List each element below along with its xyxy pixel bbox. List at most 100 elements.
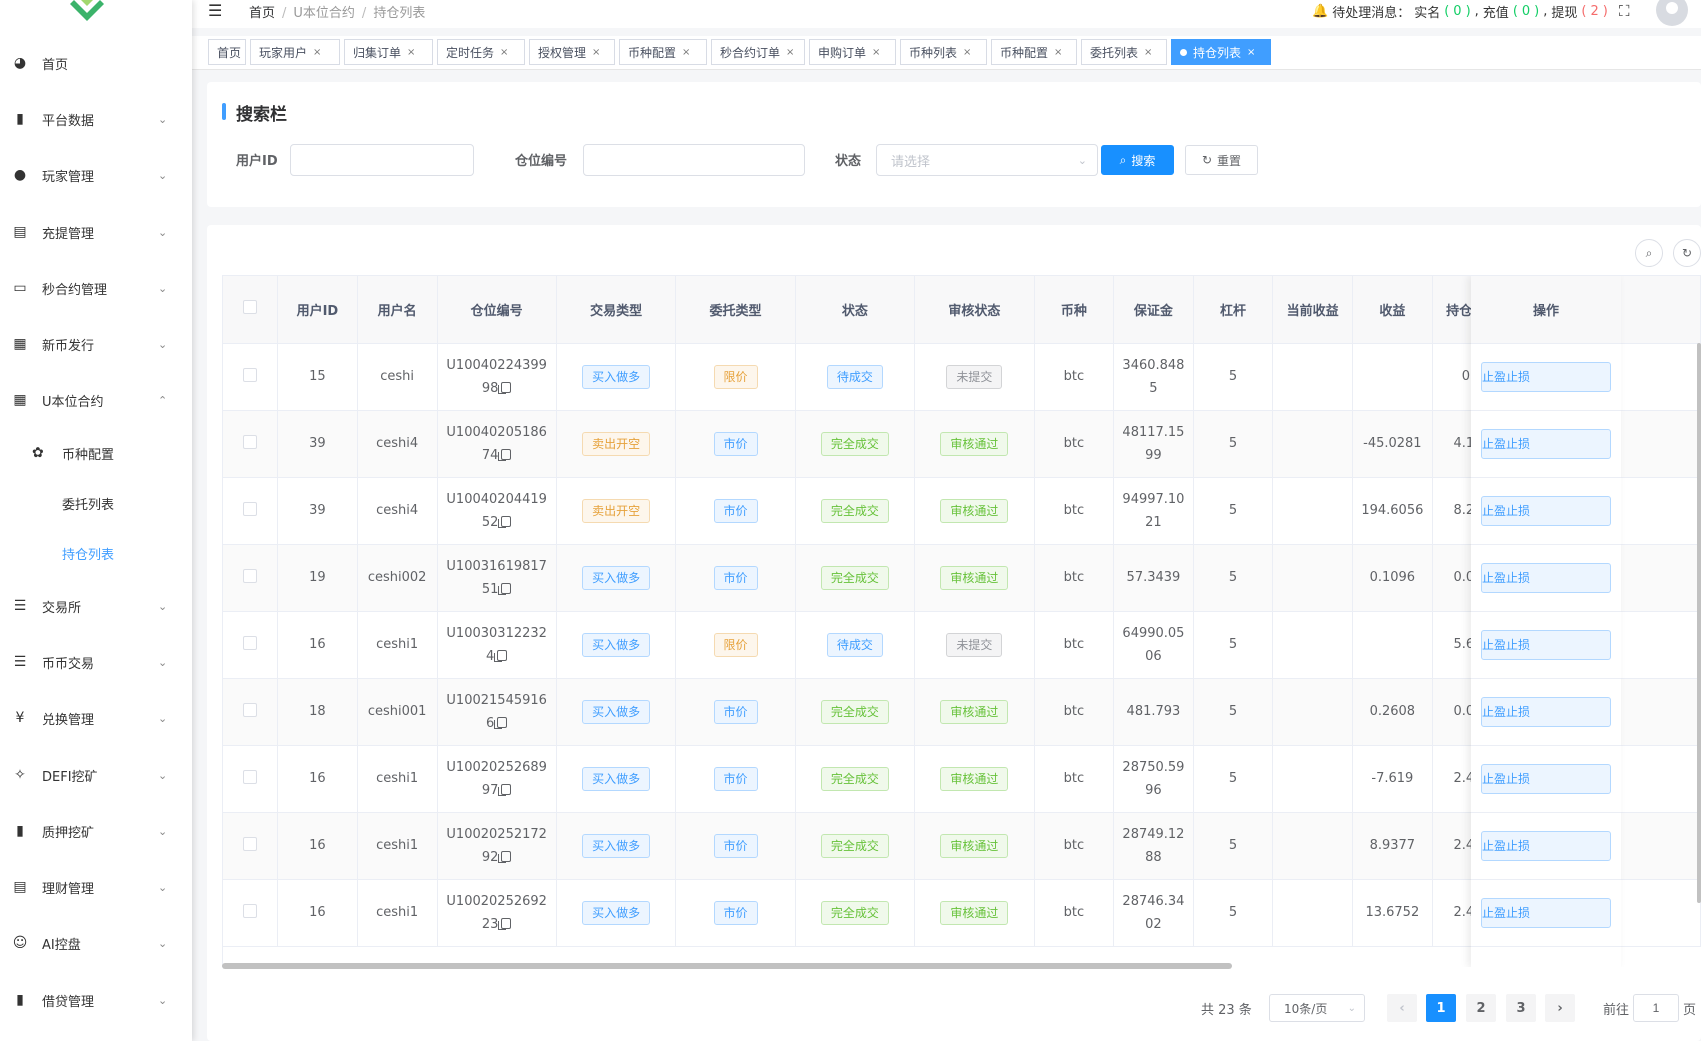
sidebar-item-label: AI控盘 <box>42 937 81 953</box>
next-page-button[interactable]: › <box>1545 994 1575 1022</box>
chevron-icon: ⌄ <box>158 599 168 613</box>
tab-8[interactable]: 币种列表 × <box>900 39 987 65</box>
refresh-icon[interactable]: ↻ <box>1673 239 1701 267</box>
close-icon[interactable]: × <box>1144 47 1152 58</box>
row-checkbox[interactable] <box>243 568 258 583</box>
copy-icon[interactable] <box>494 649 508 662</box>
tp-sl-button[interactable]: 止盈止损 <box>1481 496 1611 526</box>
tp-sl-button[interactable]: 止盈止损 <box>1481 563 1611 593</box>
close-icon[interactable]: × <box>407 47 415 58</box>
row-checkbox[interactable] <box>243 903 258 918</box>
reset-button[interactable]: ↻ 重置 <box>1185 145 1258 175</box>
vertical-scrollbar[interactable] <box>1697 343 1701 903</box>
sidebar-item[interactable]: ✧ DEFI挖矿 ⌄ <box>0 755 192 795</box>
sidebar-item[interactable]: ▮ 质押挖矿 ⌄ <box>0 811 192 851</box>
horizontal-scrollbar[interactable] <box>222 963 1232 969</box>
select-all-cell[interactable] <box>223 276 279 344</box>
tp-sl-button[interactable]: 止盈止损 <box>1481 898 1611 928</box>
close-icon[interactable]: × <box>500 47 508 58</box>
user-id-input[interactable] <box>290 144 474 176</box>
copy-icon[interactable] <box>494 716 508 729</box>
copy-icon[interactable] <box>498 783 512 796</box>
copy-icon[interactable] <box>498 850 512 863</box>
tp-sl-button[interactable]: 止盈止损 <box>1481 362 1611 392</box>
row-checkbox[interactable] <box>243 769 258 784</box>
copy-icon[interactable] <box>498 381 512 394</box>
tab-11[interactable]: 持仓列表 × <box>1171 39 1271 65</box>
close-icon[interactable]: × <box>963 47 971 58</box>
row-checkbox[interactable] <box>243 367 258 382</box>
status-badge: 市价 <box>713 565 758 590</box>
tab-3[interactable]: 定时任务 × <box>437 39 525 65</box>
sidebar-item[interactable]: ▤ 充提管理 ⌄ <box>0 212 192 252</box>
copy-icon[interactable] <box>498 582 512 595</box>
row-checkbox[interactable] <box>243 434 258 449</box>
close-icon[interactable]: × <box>786 47 794 58</box>
page-button[interactable]: 1 <box>1426 994 1456 1022</box>
page-button[interactable]: 2 <box>1466 994 1496 1022</box>
row-checkbox[interactable] <box>243 501 258 516</box>
row-checkbox[interactable] <box>243 702 258 717</box>
tp-sl-button[interactable]: 止盈止损 <box>1481 764 1611 794</box>
sidebar-item[interactable]: ☰ 币币交易 ⌄ <box>0 642 192 682</box>
toggle-search-icon[interactable]: ⌕ <box>1635 239 1663 267</box>
sidebar-item[interactable]: ▤ 理财管理 ⌄ <box>0 867 192 907</box>
sidebar-subitem-label: 持仓列表 <box>62 547 115 563</box>
sidebar-item[interactable]: ¥ 兑换管理 ⌄ <box>0 698 192 738</box>
page-button[interactable]: 3 <box>1506 994 1536 1022</box>
row-checkbox[interactable] <box>243 836 258 851</box>
close-icon[interactable]: × <box>1247 47 1255 58</box>
close-icon[interactable]: × <box>872 47 880 58</box>
cell-margin: 28749.1288 <box>1122 826 1185 865</box>
breadcrumb-home[interactable]: 首页 <box>249 6 275 21</box>
pending-messages[interactable]: 🔔 待处理消息： 实名(0), 充值(0), 提现(2) <box>1312 2 1608 21</box>
close-icon[interactable]: × <box>682 47 690 58</box>
tp-sl-button[interactable]: 止盈止损 <box>1481 630 1611 660</box>
sidebar-item[interactable]: ▮ 借贷管理 ⌄ <box>0 980 192 1020</box>
copy-icon[interactable] <box>498 448 512 461</box>
tab-2[interactable]: 归集订单 × <box>344 39 433 65</box>
tab-9[interactable]: 币种配置 × <box>991 39 1077 65</box>
sidebar-subitem[interactable]: ✿ 币种配置 <box>0 433 192 473</box>
prev-page-button[interactable]: ‹ <box>1387 994 1417 1022</box>
status-select[interactable]: 请选择 ⌄ <box>876 144 1098 176</box>
avatar[interactable] <box>1656 0 1688 26</box>
sidebar-subitem[interactable]: 委托列表 <box>0 483 192 523</box>
select-all-checkbox[interactable] <box>243 300 258 315</box>
status-badge: 完全成交 <box>820 833 889 858</box>
sidebar-item[interactable]: ▭ 秒合约管理 ⌄ <box>0 268 192 308</box>
tab-4[interactable]: 授权管理 × <box>529 39 615 65</box>
tab-6[interactable]: 秒合约订单 × <box>711 39 805 65</box>
sidebar-item[interactable]: ● 玩家管理 ⌄ <box>0 155 192 195</box>
hamburger-icon[interactable]: ☰ <box>208 1 222 20</box>
tab-10[interactable]: 委托列表 × <box>1081 39 1167 65</box>
goto-page-input[interactable] <box>1633 994 1679 1022</box>
copy-icon[interactable] <box>498 917 512 930</box>
sidebar-item[interactable]: ◕ 首页 <box>0 43 192 83</box>
tp-sl-button[interactable]: 止盈止损 <box>1481 429 1611 459</box>
fullscreen-icon[interactable]: ⛶ <box>1619 2 1630 20</box>
copy-icon[interactable] <box>498 515 512 528</box>
search-button[interactable]: ⌕ 搜索 <box>1101 145 1174 175</box>
tab-1[interactable]: 玩家用户 × <box>250 39 340 65</box>
close-icon[interactable]: × <box>313 47 321 58</box>
column-header: 仓位编号 <box>437 276 557 344</box>
sidebar-item[interactable]: ▮ 平台数据 ⌄ <box>0 99 192 139</box>
tp-sl-button[interactable]: 止盈止损 <box>1481 831 1611 861</box>
sidebar-item[interactable]: ▦ 新币发行 ⌄ <box>0 324 192 364</box>
page-size-select[interactable]: 10条/页 ⌄ <box>1269 994 1365 1022</box>
sidebar-subitem[interactable]: 持仓列表 <box>0 533 192 573</box>
sidebar-item[interactable]: ▦ U本位合约 ⌃ <box>0 380 192 420</box>
close-icon[interactable]: × <box>592 47 600 58</box>
table-scroll[interactable]: 用户ID用户名仓位编号交易类型委托类型状态审核状态币种保证金杠杆当前收益收益持仓… <box>222 275 1701 967</box>
tab-5[interactable]: 币种配置 × <box>619 39 707 65</box>
tp-sl-button[interactable]: 止盈止损 <box>1481 697 1611 727</box>
close-icon[interactable]: × <box>1054 47 1062 58</box>
row-checkbox[interactable] <box>243 635 258 650</box>
tab-0[interactable]: 首页 <box>208 39 246 65</box>
sidebar-item[interactable]: ☰ 交易所 ⌄ <box>0 586 192 626</box>
tab-7[interactable]: 申购订单 × <box>809 39 896 65</box>
sidebar-item[interactable]: ☺ AI控盘 ⌄ <box>0 923 192 963</box>
position-no-input[interactable] <box>583 144 805 176</box>
sidebar-item-label: 借贷管理 <box>42 994 95 1010</box>
